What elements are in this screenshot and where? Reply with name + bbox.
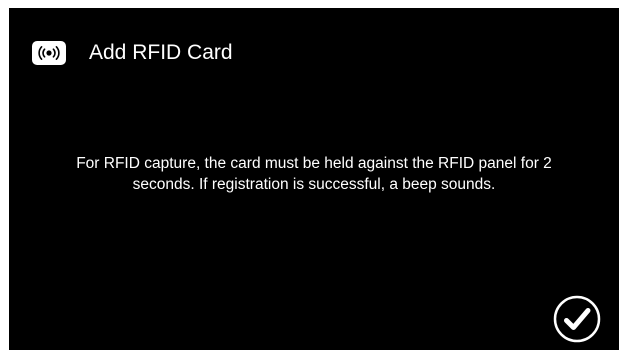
- dialog-header: Add RFID Card: [9, 8, 619, 100]
- rfid-icon: [32, 41, 66, 65]
- rfid-dialog-screen: Add RFID Card For RFID capture, the card…: [9, 8, 619, 350]
- confirm-button[interactable]: [553, 295, 601, 343]
- checkmark-icon: [553, 295, 601, 343]
- page-title: Add RFID Card: [89, 41, 233, 64]
- instruction-message: For RFID capture, the card must be held …: [76, 155, 552, 193]
